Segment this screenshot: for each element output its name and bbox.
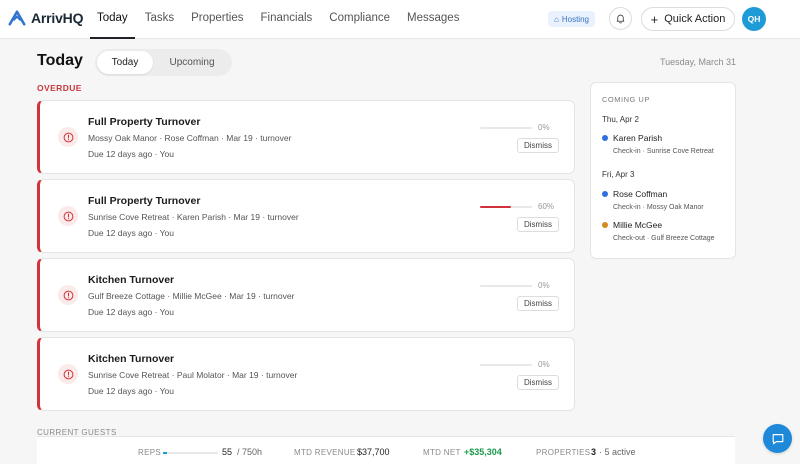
- overdue-task-card[interactable]: Full Property Turnover Mossy Oak Manor ·…: [37, 100, 575, 174]
- alert-circle-icon: [58, 364, 78, 384]
- guest-event-detail: Check-out · Gulf Breeze Cottage: [613, 235, 715, 242]
- current-date: Tuesday, March 31: [659, 57, 736, 67]
- task-progress-bar: [480, 206, 532, 208]
- task-title: Kitchen Turnover: [88, 353, 175, 365]
- view-toggle: Today Upcoming: [95, 49, 232, 76]
- guest-name[interactable]: Millie McGee: [613, 220, 662, 230]
- hosting-mode-badge[interactable]: ⌂ Hosting: [548, 11, 595, 27]
- mtd-net-value: +$35,304: [464, 447, 502, 457]
- task-progress-percent: 0%: [538, 281, 550, 290]
- coming-up-date: Thu, Apr 2: [602, 115, 639, 124]
- task-progress-percent: 60%: [538, 202, 555, 211]
- task-due: Due 12 days ago · You: [88, 307, 175, 317]
- nav-link-financials[interactable]: Financials: [254, 0, 320, 39]
- task-title: Full Property Turnover: [88, 116, 201, 128]
- hosting-label: Hosting: [561, 14, 589, 24]
- task-progress-bar: [480, 285, 532, 287]
- notifications-button[interactable]: [609, 7, 632, 30]
- bell-icon: [616, 14, 625, 24]
- top-navigation: ArrivHQ Today Tasks Properties Financial…: [0, 0, 800, 39]
- overdue-section-label: OVERDUE: [37, 83, 82, 93]
- home-icon: ⌂: [554, 14, 559, 24]
- reps-value: 55: [222, 447, 233, 457]
- user-avatar[interactable]: QH: [742, 7, 766, 31]
- stats-bar: REPS 55 / 750h MTD REVENUE $37,700 MTD N…: [37, 436, 735, 464]
- dismiss-button[interactable]: Dismiss: [517, 375, 559, 390]
- check-in-dot-icon: [602, 191, 608, 197]
- task-progress-percent: 0%: [538, 123, 550, 132]
- mtd-revenue-value: $37,700: [357, 447, 390, 457]
- nav-link-compliance[interactable]: Compliance: [322, 0, 397, 39]
- logo[interactable]: ArrivHQ: [8, 9, 83, 27]
- task-due: Due 12 days ago · You: [88, 149, 175, 159]
- chat-bubble-icon: [772, 433, 783, 444]
- task-meta: Sunrise Cove Retreat · Karen Parish · Ma…: [88, 212, 299, 222]
- tab-today[interactable]: Today: [97, 51, 153, 74]
- nav-link-properties[interactable]: Properties: [184, 0, 250, 39]
- coming-up-panel: COMING UP Thu, Apr 2 Karen Parish Check-…: [590, 82, 736, 259]
- task-due: Due 12 days ago · You: [88, 386, 175, 396]
- reps-label: REPS: [138, 448, 161, 457]
- app-name: ArrivHQ: [31, 10, 84, 26]
- guest-event-detail: Check-in · Mossy Oak Manor: [613, 204, 704, 211]
- task-progress-percent: 0%: [538, 360, 550, 369]
- task-title: Kitchen Turnover: [88, 274, 175, 286]
- guest-name[interactable]: Karen Parish: [613, 133, 662, 143]
- coming-up-date: Fri, Apr 3: [602, 170, 635, 179]
- properties-count: 3: [591, 447, 597, 457]
- page-title: Today: [37, 52, 83, 69]
- plus-icon: +: [650, 11, 659, 27]
- coming-up-label: COMING UP: [602, 95, 650, 104]
- overdue-task-card[interactable]: Kitchen Turnover Gulf Breeze Cottage · M…: [37, 258, 575, 332]
- overdue-task-card[interactable]: Kitchen Turnover Sunrise Cove Retreat · …: [37, 337, 575, 411]
- alert-circle-icon: [58, 206, 78, 226]
- task-title: Full Property Turnover: [88, 195, 201, 207]
- mtd-net-label: MTD NET: [423, 448, 461, 457]
- overdue-task-card[interactable]: Full Property Turnover Sunrise Cove Retr…: [37, 179, 575, 253]
- properties-label: PROPERTIES: [536, 448, 591, 457]
- mtd-revenue-label: MTD REVENUE: [294, 448, 356, 457]
- guest-event-detail: Check-in · Sunrise Cove Retreat: [613, 148, 714, 155]
- task-progress-bar: [480, 127, 532, 129]
- alert-circle-icon: [58, 285, 78, 305]
- task-progress-fill: [480, 206, 512, 208]
- guest-name[interactable]: Rose Coffman: [613, 189, 667, 199]
- reps-progress-fill: [163, 452, 167, 454]
- task-due: Due 12 days ago · You: [88, 228, 175, 238]
- quick-action-label: Quick Action: [664, 13, 726, 25]
- task-meta: Sunrise Cove Retreat · Paul Molator · Ma…: [88, 370, 298, 380]
- reps-progress-bar: [163, 452, 218, 454]
- nav-link-messages[interactable]: Messages: [400, 0, 466, 39]
- task-meta: Mossy Oak Manor · Rose Coffman · Mar 19 …: [88, 133, 292, 143]
- task-progress-bar: [480, 364, 532, 366]
- alert-circle-icon: [58, 127, 78, 147]
- nav-link-today[interactable]: Today: [90, 0, 135, 39]
- nav-link-tasks[interactable]: Tasks: [138, 0, 181, 39]
- dismiss-button[interactable]: Dismiss: [517, 217, 559, 232]
- check-out-dot-icon: [602, 222, 608, 228]
- reps-target: / 750h: [237, 447, 263, 457]
- nav-links: Today Tasks Properties Financials Compli…: [90, 0, 469, 39]
- logo-icon: [8, 10, 26, 26]
- dismiss-button[interactable]: Dismiss: [517, 296, 559, 311]
- properties-active: · 5 active: [599, 447, 636, 457]
- dismiss-button[interactable]: Dismiss: [517, 138, 559, 153]
- quick-action-button[interactable]: + Quick Action: [641, 7, 735, 31]
- check-in-dot-icon: [602, 135, 608, 141]
- task-meta: Gulf Breeze Cottage · Millie McGee · Mar…: [88, 291, 295, 301]
- chat-button[interactable]: [763, 424, 792, 453]
- tab-upcoming[interactable]: Upcoming: [157, 51, 227, 74]
